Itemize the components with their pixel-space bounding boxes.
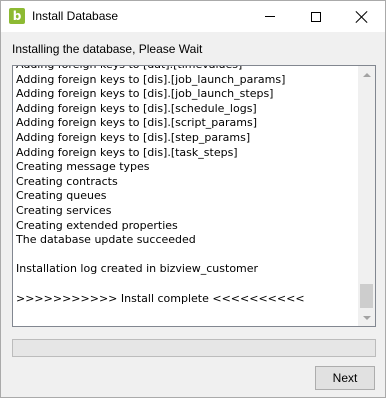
status-label: Installing the database, Please Wait [12, 42, 203, 56]
maximize-icon [311, 11, 321, 22]
title-bar[interactable]: b Install Database [1, 1, 385, 32]
maximize-button[interactable] [293, 1, 339, 32]
window-title: Install Database [32, 9, 119, 23]
log-line: Creating contracts [16, 174, 118, 188]
log-line: Adding foreign keys to [dis].[job_launch… [16, 72, 286, 86]
app-icon-letter: b [12, 9, 22, 23]
log-line: Adding foreign keys to [dis].[job_launch… [16, 87, 274, 101]
scroll-thumb[interactable] [360, 284, 373, 308]
scroll-down-arrow-icon [362, 315, 371, 320]
install-database-window: b Install Database Installing the databa… [0, 0, 386, 398]
vertical-scrollbar[interactable] [358, 66, 375, 326]
log-line: Adding foreign keys to [dis].[script_par… [16, 116, 258, 130]
log-line: Adding foreign keys to [dis].[step_param… [16, 130, 251, 144]
log-line: Creating message types [16, 160, 150, 174]
log-line: Adding foreign keys to [dis].[schedule_l… [16, 101, 257, 115]
log-line: Adding foreign keys to [dis].[task_steps… [16, 145, 238, 159]
scroll-up-arrow-icon [362, 72, 371, 77]
close-icon [356, 11, 368, 23]
log-line: Adding foreign keys to [dat].[timevalues… [16, 66, 356, 73]
progress-bar [12, 339, 376, 357]
log-line: >>>>>>>>>>> Install complete <<<<<<<<<< [16, 291, 305, 305]
log-line: Creating extended properties [16, 218, 178, 232]
scroll-up-button[interactable] [358, 66, 375, 83]
minimize-icon [265, 16, 275, 17]
next-button[interactable]: Next [315, 366, 375, 390]
log-lines: Adding foreign keys to [dat].[timevalues… [16, 66, 356, 306]
install-log-textbox[interactable]: Adding foreign keys to [dat].[timevalues… [12, 65, 376, 327]
minimize-button[interactable] [247, 1, 293, 32]
app-icon: b [9, 8, 25, 24]
log-line: Installation log created in bizview_cust… [16, 262, 259, 276]
log-line: Creating queues [16, 189, 107, 203]
log-line: Creating services [16, 203, 112, 217]
scroll-down-button[interactable] [358, 309, 375, 326]
log-line: The database update succeeded [16, 233, 196, 247]
close-button[interactable] [339, 1, 385, 32]
